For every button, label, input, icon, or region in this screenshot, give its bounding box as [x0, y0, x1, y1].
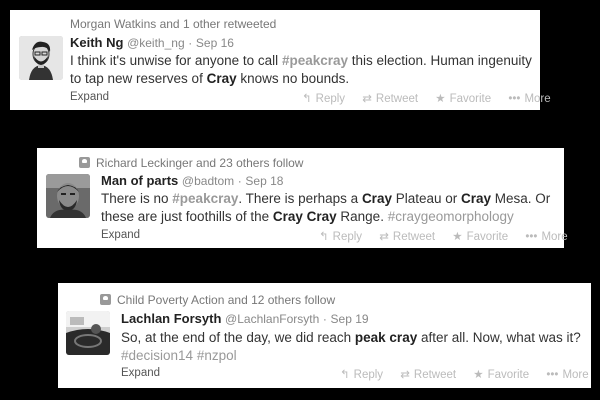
hashtag-text: #peakcray	[172, 191, 239, 206]
avatar-image	[46, 174, 90, 218]
person-icon	[100, 294, 111, 305]
separator: ·	[322, 312, 327, 326]
tweet-text: So, at the end of the day, we did reach …	[121, 329, 581, 365]
retweet-icon: ⇄	[362, 93, 372, 105]
display-name[interactable]: Keith Ng	[70, 35, 123, 50]
user-handle[interactable]: @badtom	[182, 174, 234, 188]
favorite-button[interactable]: ★ Favorite	[452, 229, 508, 243]
tweet-card[interactable]: Morgan Watkins and 1 other retweeted Kei…	[10, 10, 551, 110]
text-segment: I think it's unwise for anyone to call	[70, 53, 282, 68]
highlight-term: Cray Cray	[272, 209, 337, 224]
highlight-term: peak cray	[354, 330, 418, 345]
separator: ·	[237, 174, 242, 188]
retweet-button[interactable]: ⇄ Retweet	[362, 91, 418, 105]
more-button[interactable]: ••• More	[525, 231, 567, 243]
tweet-header: Keith Ng @keith_ng · Sep 16	[70, 35, 234, 50]
more-dots-icon: •••	[546, 369, 559, 381]
reply-button[interactable]: ↰ Reply	[302, 91, 345, 105]
text-segment: So, at the end of the day, we did reach	[121, 330, 355, 345]
retweet-context: Morgan Watkins and 1 other retweeted	[70, 17, 277, 31]
reply-icon: ↰	[319, 231, 329, 243]
tweet-date[interactable]: Sep 16	[196, 36, 234, 50]
reply-button[interactable]: ↰ Reply	[340, 367, 383, 381]
tweet-actions: ↰ Reply ⇄ Retweet ★ Favorite ••• More	[305, 229, 568, 243]
hashtag-link[interactable]: #craygeomorphology	[388, 209, 514, 224]
text-segment: Plateau or	[391, 191, 462, 206]
user-handle[interactable]: @keith_ng	[127, 36, 185, 50]
hashtag-link[interactable]: #peakcray	[282, 53, 348, 68]
tweet-actions: ↰ Reply ⇄ Retweet ★ Favorite ••• More	[326, 367, 589, 381]
reply-icon: ↰	[302, 93, 312, 105]
tweet-card[interactable]: Richard Leckinger and 23 others follow M…	[37, 148, 568, 248]
display-name[interactable]: Man of parts	[101, 173, 178, 188]
favorite-button[interactable]: ★ Favorite	[435, 91, 491, 105]
text-segment: There is no	[101, 191, 173, 206]
user-handle[interactable]: @LachlanForsyth	[225, 312, 319, 326]
tweet-text: I think it's unwise for anyone to call #…	[70, 52, 535, 88]
highlight-term: Cray	[206, 71, 237, 86]
more-dots-icon: •••	[508, 93, 521, 105]
retweet-button[interactable]: ⇄ Retweet	[400, 367, 456, 381]
star-icon: ★	[435, 93, 446, 105]
expand-link[interactable]: Expand	[70, 91, 109, 103]
avatar[interactable]	[19, 36, 63, 80]
text-segment: knows no bounds.	[236, 71, 350, 86]
text-segment: after all. Now, what was it?	[417, 330, 581, 345]
star-icon: ★	[452, 231, 463, 243]
hashtag-link[interactable]: #nzpol	[197, 348, 237, 363]
avatar-image	[66, 311, 110, 355]
retweet-button[interactable]: ⇄ Retweet	[379, 229, 435, 243]
reply-icon: ↰	[340, 369, 350, 381]
hashtag-text: #peakcray	[281, 53, 348, 68]
tweet-actions: ↰ Reply ⇄ Retweet ★ Favorite ••• More	[288, 91, 551, 105]
reply-button[interactable]: ↰ Reply	[319, 229, 362, 243]
tweet-header: Man of parts @badtom · Sep 18	[101, 173, 283, 188]
avatar[interactable]	[46, 174, 90, 218]
star-icon: ★	[473, 369, 484, 381]
tweet-text: There is no #peakcray. There is perhaps …	[101, 190, 556, 226]
display-name[interactable]: Lachlan Forsyth	[121, 311, 221, 326]
favorite-button[interactable]: ★ Favorite	[473, 367, 529, 381]
hashtag-link[interactable]: #peakcray	[172, 191, 238, 206]
hashtag-link[interactable]: #decision14	[121, 348, 193, 363]
text-segment: . There is perhaps a	[238, 191, 362, 206]
retweet-icon: ⇄	[379, 231, 389, 243]
person-icon	[79, 157, 90, 168]
follow-context: Child Poverty Action and 12 others follo…	[100, 293, 335, 307]
highlight-term: Cray	[461, 191, 492, 206]
text-segment: Range.	[336, 209, 388, 224]
tweet-date[interactable]: Sep 18	[245, 174, 283, 188]
follow-context: Richard Leckinger and 23 others follow	[79, 156, 303, 170]
expand-link[interactable]: Expand	[121, 367, 160, 379]
highlight-term: Cray	[361, 191, 392, 206]
retweet-icon: ⇄	[400, 369, 410, 381]
more-dots-icon: •••	[525, 231, 538, 243]
tweet-header: Lachlan Forsyth @LachlanForsyth · Sep 19	[121, 311, 369, 326]
tweet-date[interactable]: Sep 19	[331, 312, 369, 326]
tweet-card[interactable]: Child Poverty Action and 12 others follo…	[58, 283, 591, 388]
more-button[interactable]: ••• More	[508, 93, 550, 105]
separator: ·	[188, 36, 193, 50]
expand-link[interactable]: Expand	[101, 229, 140, 241]
avatar-image	[19, 36, 63, 80]
avatar[interactable]	[66, 311, 110, 355]
more-button[interactable]: ••• More	[546, 369, 588, 381]
